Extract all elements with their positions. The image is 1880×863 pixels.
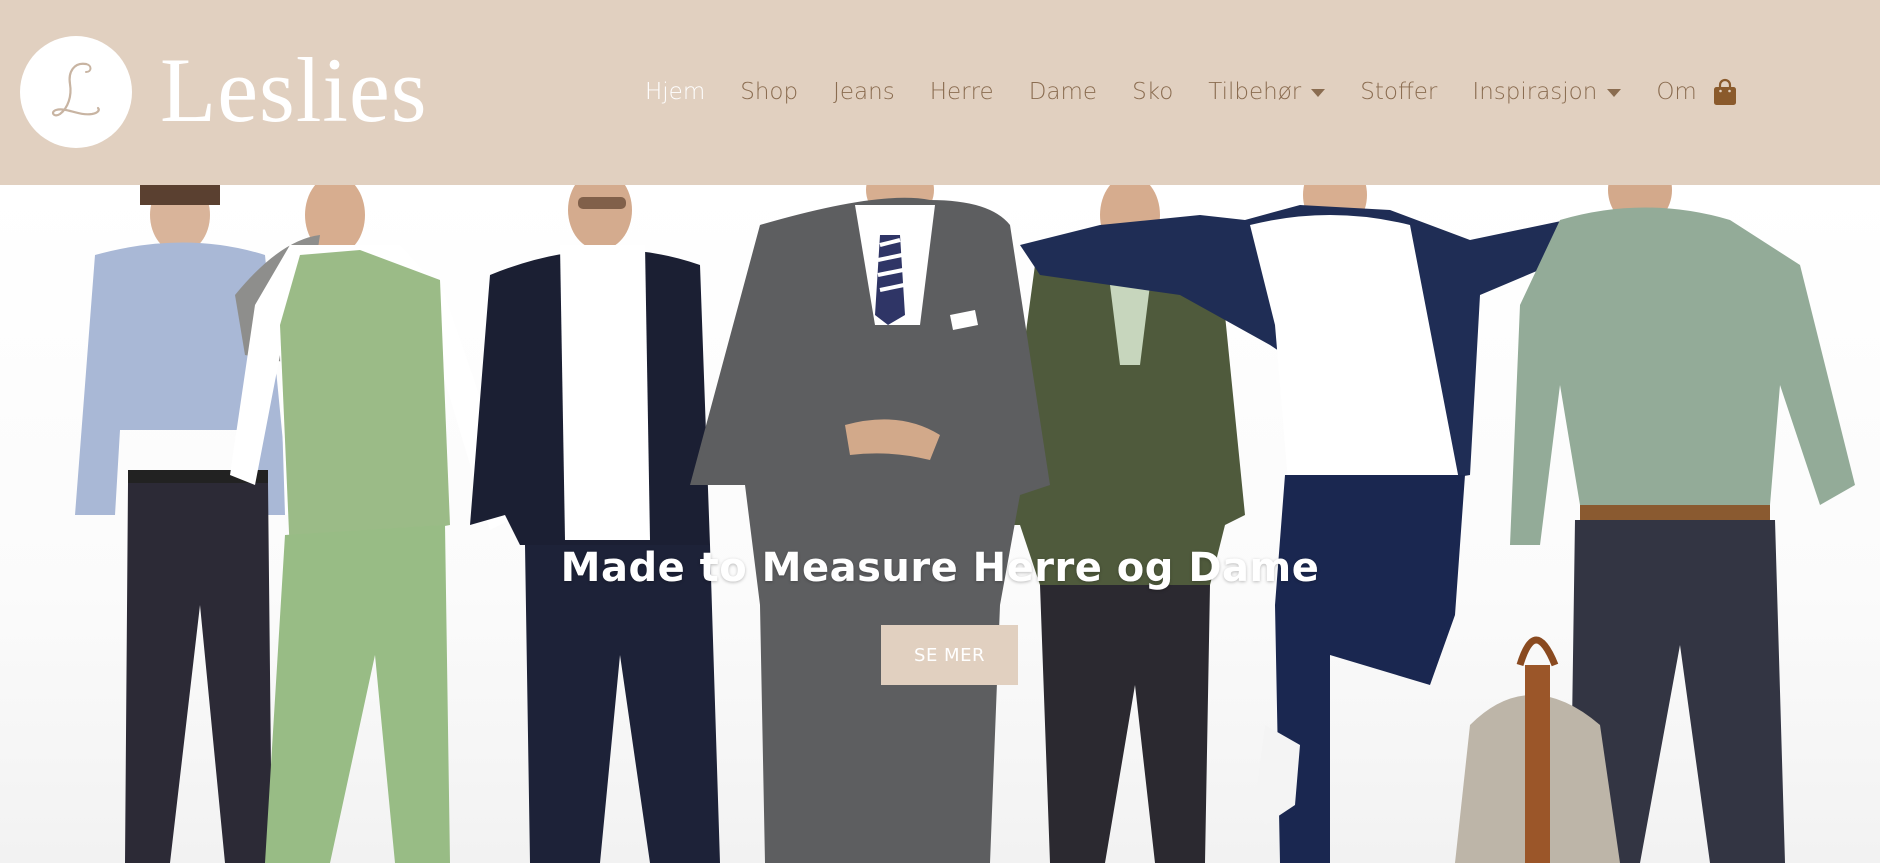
nav-label: Hjem	[645, 79, 706, 105]
shopping-bag-icon[interactable]	[1713, 78, 1737, 106]
see-more-button[interactable]: SE MER	[881, 625, 1018, 685]
nav-item-stoffer[interactable]: Stoffer	[1360, 79, 1437, 105]
site-header: Leslies Hjem Shop Jeans Herre Dame Sko T…	[0, 0, 1880, 185]
nav-item-shop[interactable]: Shop	[740, 79, 798, 105]
nav-item-sko[interactable]: Sko	[1132, 79, 1173, 105]
monogram-l-icon	[51, 62, 100, 117]
nav-label: Sko	[1132, 79, 1174, 105]
logo-wordmark[interactable]: Leslies	[160, 34, 428, 146]
nav-item-herre[interactable]: Herre	[930, 79, 994, 105]
nav-label: Shop	[740, 79, 799, 105]
nav-label: Stoffer	[1360, 79, 1438, 105]
logo-monogram[interactable]	[20, 36, 132, 148]
nav-item-inspirasjon[interactable]: Inspirasjon	[1472, 79, 1622, 105]
nav-item-tilbehor[interactable]: Tilbehør	[1208, 79, 1326, 105]
nav-label: Tilbehør	[1208, 79, 1302, 105]
model-figure	[230, 185, 520, 863]
nav-label: Herre	[929, 79, 994, 105]
hero-banner: Made to Measure Herre og Dame SE MER	[0, 185, 1880, 863]
nav-item-om[interactable]: Om	[1656, 79, 1697, 105]
model-figure	[470, 185, 720, 863]
hero-image	[75, 185, 1855, 863]
main-nav: Hjem Shop Jeans Herre Dame Sko Tilbehør …	[645, 72, 1732, 112]
model-figure	[690, 185, 1050, 863]
chevron-down-icon	[1607, 89, 1622, 97]
nav-item-jeans[interactable]: Jeans	[833, 79, 895, 105]
nav-label: Om	[1656, 79, 1697, 105]
nav-label: Dame	[1028, 79, 1098, 105]
nav-item-dame[interactable]: Dame	[1029, 79, 1097, 105]
hero-title: Made to Measure Herre og Dame	[560, 545, 1320, 591]
nav-label: Inspirasjon	[1472, 79, 1598, 105]
chevron-down-icon	[1311, 89, 1326, 97]
nav-label: Jeans	[833, 79, 895, 105]
nav-item-hjem[interactable]: Hjem	[645, 79, 705, 105]
model-figure	[1455, 185, 1855, 863]
